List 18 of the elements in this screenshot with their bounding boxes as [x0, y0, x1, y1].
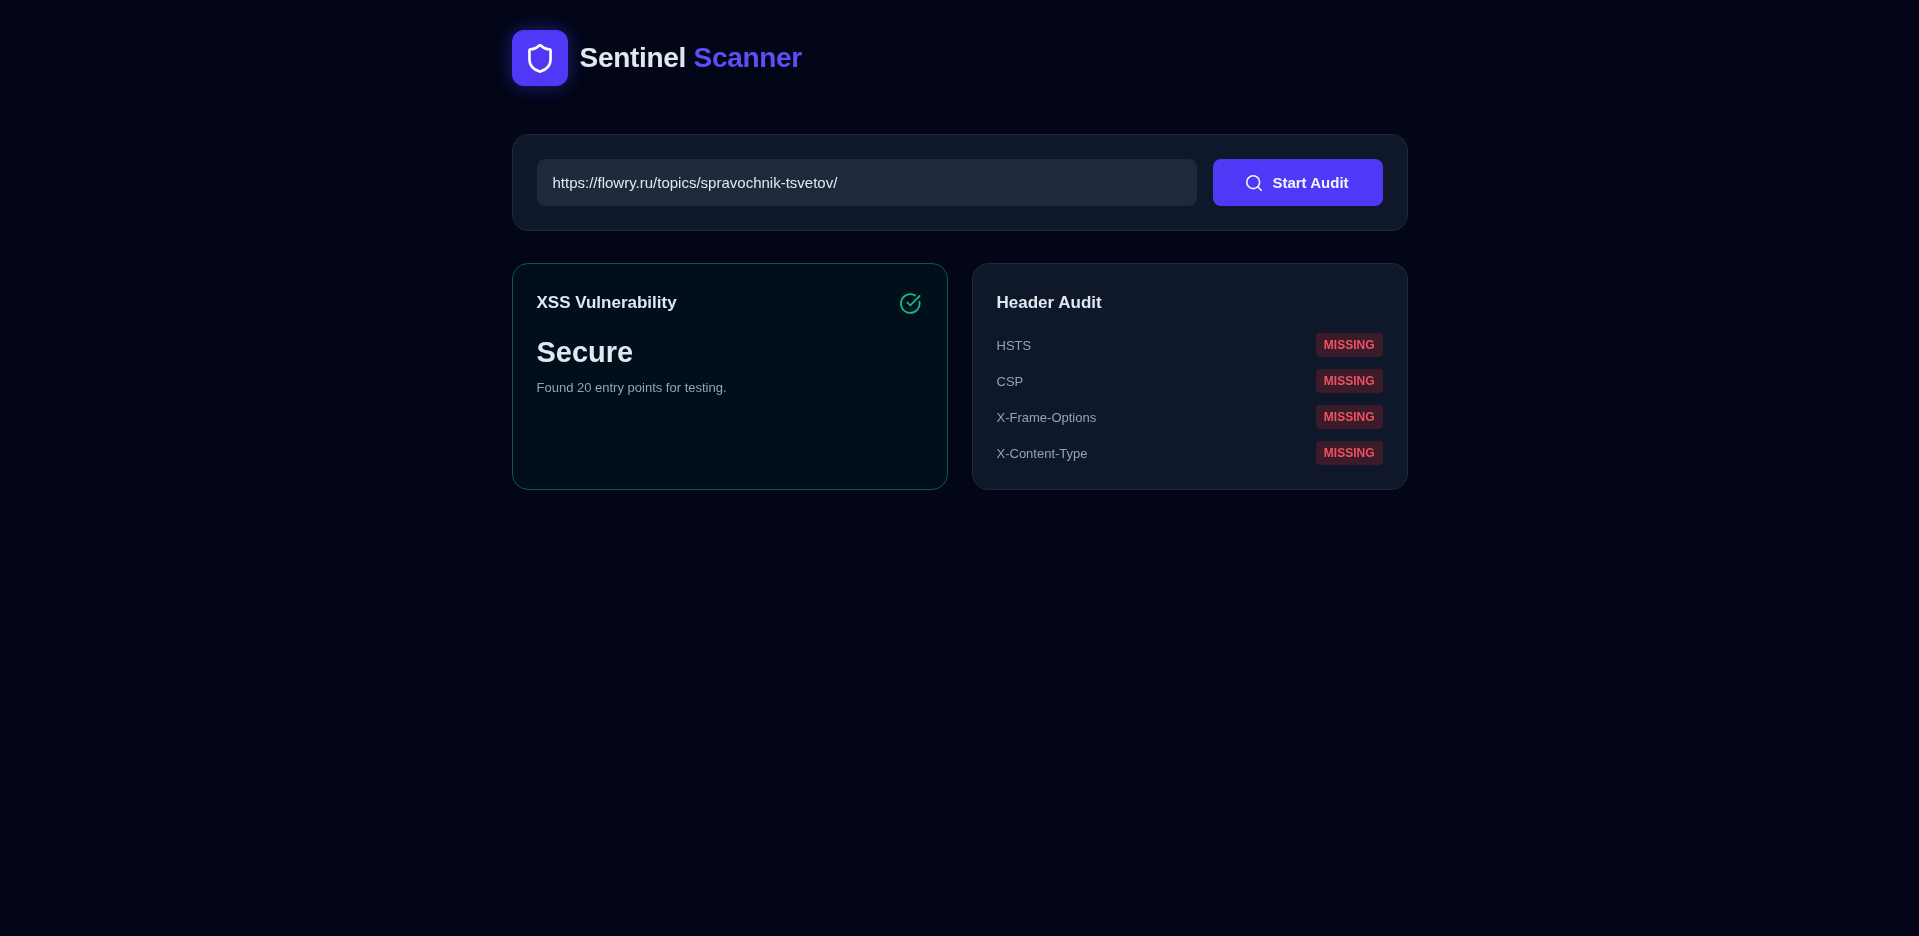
url-input-field[interactable]: https://flowry.ru/topics/spravochnik-tsvetov/	[536, 159, 1197, 206]
search-icon	[1246, 174, 1263, 191]
check-circle-icon	[899, 292, 921, 314]
detail-text: Found 20 entry points for testing.	[536, 379, 728, 397]
status-badge: MISSING	[1315, 333, 1383, 357]
card-title: XSS Vulnerability	[536, 293, 677, 313]
status-badge: MISSING	[1315, 441, 1383, 465]
app-title: Sentinel Scanner	[579, 42, 802, 74]
card-title: Header Audit	[996, 293, 1102, 313]
header-name: X-Content-Type	[996, 445, 1088, 461]
header-name: HSTS	[996, 337, 1032, 353]
header-name: CSP	[996, 373, 1024, 389]
start-audit-button[interactable]: Start Audit	[1212, 159, 1383, 206]
shield-logo-icon	[511, 30, 568, 86]
status-badge: MISSING	[1315, 369, 1383, 393]
header-name: X-Frame-Options	[996, 409, 1097, 425]
status-badge: MISSING	[1315, 405, 1383, 429]
verdict-text: Secure	[536, 335, 635, 370]
